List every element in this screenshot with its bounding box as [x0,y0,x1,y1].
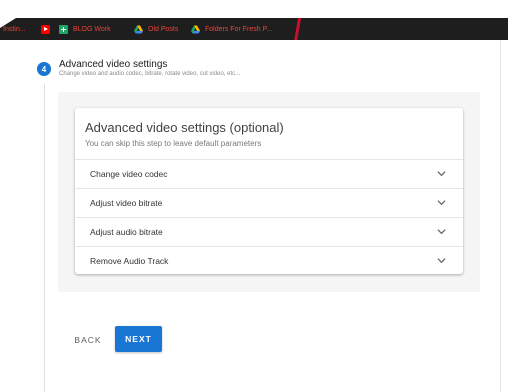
bookmarks-bar: Instin... BLOG Work Old Posts Folders Fo… [0,18,508,40]
card-title: Advanced video settings (optional) [85,120,284,135]
step-number-badge: 4 [37,62,51,76]
card-subtitle: You can skip this step to leave default … [85,139,262,148]
bookmark-label: Instin... [3,25,26,33]
stepper-connector-line [44,84,45,392]
back-button[interactable]: BACK [68,329,108,351]
row-label: Adjust audio bitrate [90,227,163,237]
bookmark-item-instin[interactable]: Instin... [3,23,26,35]
bookmark-label: BLOG Work [73,25,111,33]
drive-icon [134,24,143,34]
tab-accent-streak [293,18,302,40]
row-label: Adjust video bitrate [90,198,163,208]
sheets-icon [59,24,68,34]
chevron-down-icon[interactable] [437,170,446,177]
step-subtitle: Change video and audio codec, bitrate, r… [59,71,241,77]
expansion-row-audio-bitrate[interactable]: Adjust audio bitrate [75,217,463,246]
scroll-divider [500,40,501,392]
settings-list: Change video codec Adjust video bitrate … [75,159,463,275]
bookmark-item-old-posts[interactable]: Old Posts [134,23,178,35]
bookmark-label: Old Posts [148,25,179,33]
next-button[interactable]: NEXT [115,326,162,352]
expansion-row-video-codec[interactable]: Change video codec [75,159,463,188]
youtube-icon [41,24,50,34]
step-title: Advanced video settings [59,59,168,70]
bookmark-item-blog-work[interactable]: BLOG Work [59,23,111,35]
chevron-down-icon[interactable] [437,199,446,206]
chevron-down-icon[interactable] [437,257,446,264]
expansion-row-video-bitrate[interactable]: Adjust video bitrate [75,188,463,217]
bookmark-item-youtube[interactable] [41,23,55,35]
chevron-down-icon[interactable] [437,228,446,235]
advanced-settings-card: Advanced video settings (optional) You c… [75,108,463,274]
row-label: Remove Audio Track [90,256,169,266]
row-label: Change video codec [90,169,168,179]
drive-icon [191,24,200,34]
bookmark-item-folders-for-fresh[interactable]: Folders For Fresh P... [191,23,272,35]
bookmark-label: Folders For Fresh P... [205,25,273,33]
expansion-row-remove-audio[interactable]: Remove Audio Track [75,246,463,275]
